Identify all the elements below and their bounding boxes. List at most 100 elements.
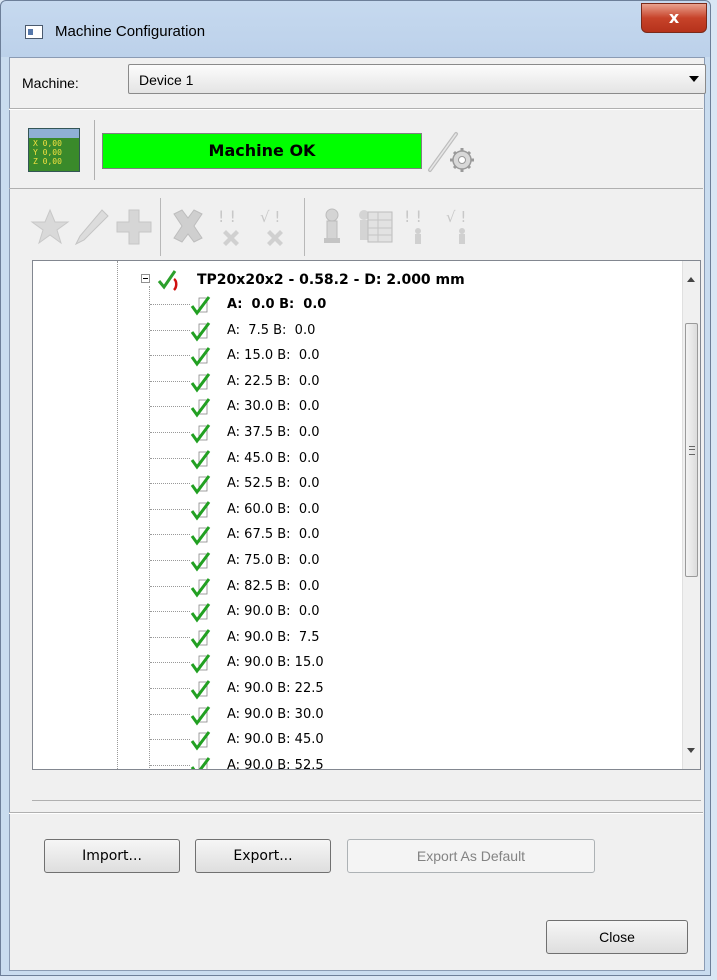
- divider: [9, 109, 703, 110]
- scroll-down-icon[interactable]: [687, 748, 695, 753]
- delete-icon[interactable]: [168, 204, 208, 248]
- tree-item-label: A: 75.0 B: 0.0: [227, 553, 320, 568]
- tree-item[interactable]: A: 90.0 B: 30.0: [150, 701, 650, 727]
- tree-item-label: A: 0.0 B: 0.0: [227, 297, 327, 312]
- window-icon: [25, 25, 43, 39]
- machine-select-value: Device 1: [139, 72, 194, 88]
- toolbar-separator: [304, 198, 305, 256]
- machine-status-indicator: Machine OK: [102, 133, 422, 169]
- tree-item[interactable]: A: 30.0 B: 0.0: [150, 393, 650, 419]
- tree-item-label: A: 52.5 B: 0.0: [227, 476, 320, 492]
- divider: [94, 120, 95, 180]
- machine-settings-icon[interactable]: [422, 126, 482, 176]
- check-icon: [190, 731, 211, 751]
- tree-item-label: A: 67.5 B: 0.0: [227, 527, 320, 543]
- scrollbar-thumb[interactable]: [685, 323, 698, 577]
- tree-item-label: A: 90.0 B: 30.0: [227, 706, 324, 722]
- check-icon: [190, 526, 211, 546]
- check-icon: [190, 552, 211, 572]
- tree-item-label: A: 82.5 B: 0.0: [227, 578, 320, 594]
- export-as-default-button[interactable]: Export As Default: [347, 839, 595, 873]
- tree-item-label: A: 30.0 B: 0.0: [227, 399, 320, 415]
- close-window-button[interactable]: x: [641, 3, 707, 33]
- divider: [9, 813, 703, 814]
- check-icon: [190, 321, 211, 342]
- probe-warnings-icon[interactable]: ! !: [398, 204, 438, 248]
- svg-text:! !: ! !: [404, 207, 422, 226]
- tree-item-label: A: 90.0 B: 0.0: [227, 604, 320, 620]
- tree-item-label: A: 90.0 B: 7.5: [227, 629, 320, 645]
- tree-item[interactable]: A: 7.5 B: 0.0: [150, 317, 650, 343]
- divider: [9, 188, 703, 189]
- export-button[interactable]: Export...: [195, 839, 331, 873]
- tree-item[interactable]: A: 90.0 B: 7.5: [150, 624, 650, 650]
- import-button[interactable]: Import...: [44, 839, 180, 873]
- tree-item-label: A: 22.5 B: 0.0: [227, 373, 320, 389]
- pencil-icon[interactable]: [72, 204, 112, 248]
- close-button[interactable]: Close: [546, 920, 688, 954]
- tree-item[interactable]: A: 90.0 B: 22.5: [150, 675, 650, 701]
- machine-coordinates-icon: X 0,00 Y 0,00 Z 0,00: [28, 128, 80, 172]
- tree-item-label: A: 90.0 B: 22.5: [227, 681, 324, 696]
- plus-icon[interactable]: [114, 204, 154, 248]
- tree-item[interactable]: A: 67.5 B: 0.0: [150, 521, 650, 547]
- svg-text:√ !: √ !: [260, 208, 280, 226]
- tree-item[interactable]: A: 90.0 B: 0.0: [150, 598, 650, 624]
- check-icon: [190, 705, 211, 726]
- check-icon: [190, 680, 211, 700]
- tree-item-label: A: 90.0 B: 52.5: [227, 757, 324, 770]
- tree-item[interactable]: A: 60.0 B: 0.0: [150, 496, 650, 522]
- check-icon: [190, 296, 211, 316]
- vertical-scrollbar[interactable]: [682, 261, 700, 769]
- machine-select[interactable]: Device 1: [128, 64, 706, 94]
- tree-item[interactable]: A: 75.0 B: 0.0: [150, 547, 650, 573]
- svg-text:! !: ! !: [218, 207, 236, 226]
- tree-item-label: A: 45.0 B: 0.0: [227, 450, 320, 466]
- check-icon: [190, 398, 211, 418]
- tree-item[interactable]: A: 90.0 B: 52.5: [150, 752, 650, 770]
- tree-item[interactable]: A: 22.5 B: 0.0: [150, 368, 650, 394]
- check-icon: [190, 628, 211, 649]
- scroll-up-icon[interactable]: [687, 277, 695, 282]
- tree-root-label[interactable]: TP20x20x2 - 0.58.2 - D: 2.000 mm: [197, 272, 465, 288]
- check-icon: [190, 372, 211, 393]
- star-icon[interactable]: [30, 204, 70, 248]
- toolbar: ! ! √ ! ! ! √ !: [28, 198, 668, 258]
- tree-item-label: A: 60.0 B: 0.0: [227, 501, 320, 517]
- tree-item[interactable]: A: 15.0 B: 0.0: [150, 342, 650, 368]
- title-bar[interactable]: Machine Configuration x: [1, 1, 710, 57]
- tree-item[interactable]: A: 90.0 B: 45.0: [150, 726, 650, 752]
- check-icon: [190, 603, 211, 623]
- tree-item-label: A: 37.5 B: 0.0: [227, 425, 320, 440]
- tree-item[interactable]: A: 45.0 B: 0.0: [150, 445, 650, 471]
- toolbar-separator: [160, 198, 161, 256]
- check-icon: [190, 500, 211, 521]
- probe-checks-icon[interactable]: √ !: [442, 204, 482, 248]
- chevron-down-icon[interactable]: [689, 76, 699, 82]
- tree-item[interactable]: A: 82.5 B: 0.0: [150, 573, 650, 599]
- divider: [32, 800, 701, 801]
- delete-warnings-icon[interactable]: ! !: [212, 204, 252, 248]
- tree-item-label: A: 90.0 B: 15.0: [227, 655, 324, 671]
- tree-item[interactable]: A: 52.5 B: 0.0: [150, 470, 650, 496]
- calibration-tree[interactable]: TP20x20x2 - 0.58.2 - D: 2.000 mm A: 0.0 …: [32, 260, 701, 770]
- check-icon: [190, 577, 211, 598]
- delete-checks-icon[interactable]: √ !: [256, 204, 296, 248]
- window-title: Machine Configuration: [55, 23, 206, 40]
- tree-item[interactable]: A: 37.5 B: 0.0: [150, 419, 650, 445]
- tree-item[interactable]: A: 90.0 B: 15.0: [150, 649, 650, 675]
- probe-table-icon[interactable]: [354, 204, 394, 248]
- tree-item-label: A: 15.0 B: 0.0: [227, 348, 320, 364]
- tree-item-label: A: 90.0 B: 45.0: [227, 732, 324, 748]
- check-icon: [190, 475, 211, 495]
- probe-icon[interactable]: [312, 204, 352, 248]
- svg-text:√ !: √ !: [446, 208, 466, 226]
- tree-item[interactable]: A: 0.0 B: 0.0: [150, 291, 650, 317]
- check-icon: [190, 424, 211, 444]
- tree-item-label: A: 7.5 B: 0.0: [227, 322, 316, 338]
- check-icon: [190, 756, 211, 769]
- check-icon: [190, 347, 211, 367]
- collapse-toggle[interactable]: [141, 274, 150, 283]
- check-icon: [190, 449, 211, 470]
- check-icon: [190, 654, 211, 674]
